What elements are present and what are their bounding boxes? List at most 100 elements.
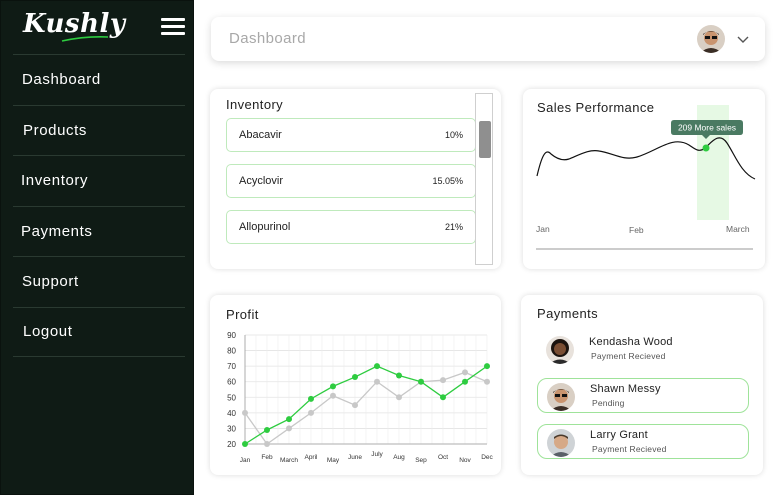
payment-row[interactable]: Shawn Messy Pending — [537, 378, 749, 413]
page-title: Dashboard — [229, 30, 306, 47]
y-tick-label: 30 — [227, 424, 236, 433]
y-tick-label: 60 — [227, 378, 236, 387]
inventory-title: Inventory — [226, 97, 284, 112]
series-point-secondary — [484, 378, 490, 385]
inventory-card: Inventory Abacavir 10% Acyclovir 15.05% … — [210, 89, 501, 269]
payment-row[interactable]: Kendasha Wood Payment Recieved — [537, 332, 749, 367]
series-point-secondary — [396, 394, 402, 401]
series-point-primary — [242, 441, 248, 447]
sidebar-item-support[interactable]: Support — [13, 256, 185, 307]
profit-chart: 20 30 40 50 60 70 80 90 Jan Feb March April May June J… — [227, 331, 493, 464]
menu-icon[interactable] — [161, 18, 185, 38]
inventory-item[interactable]: Allopurinol 21% — [226, 210, 476, 244]
series-point-primary — [352, 374, 358, 381]
inventory-item-percent: 15.05% — [432, 176, 463, 186]
series-point-primary — [264, 426, 270, 433]
sidebar-item-label: Products — [23, 121, 87, 139]
series-point-primary — [308, 395, 314, 402]
sidebar-item-inventory[interactable]: Inventory — [13, 155, 185, 206]
series-point-secondary — [242, 409, 248, 416]
x-tick-label: Oct — [438, 454, 448, 461]
inventory-item[interactable]: Acyclovir 15.05% — [226, 164, 476, 198]
payment-status: Pending — [592, 398, 625, 408]
payment-status: Payment Recieved — [592, 444, 667, 454]
sidebar-item-products[interactable]: Products — [13, 104, 185, 156]
series-point-secondary — [264, 441, 270, 447]
logo-swoosh-icon — [61, 36, 109, 42]
sidebar-item-label: Payments — [21, 222, 93, 240]
inventory-item-name: Allopurinol — [239, 221, 291, 233]
series-point-primary — [462, 378, 468, 385]
series-point-primary — [374, 363, 380, 370]
series-point-primary — [484, 363, 490, 370]
inventory-item-name: Acyclovir — [239, 175, 284, 187]
payment-row[interactable]: Larry Grant Payment Recieved — [537, 424, 749, 459]
x-tick-label: March — [280, 457, 298, 464]
sidebar-item-dashboard[interactable]: Dashboard — [13, 54, 185, 105]
inventory-item-percent: 10% — [444, 130, 463, 140]
sidebar-item-payments[interactable]: Payments — [13, 205, 185, 257]
y-tick-label: 90 — [227, 331, 236, 340]
series-point-primary — [330, 383, 336, 390]
inventory-item-percent: 21% — [444, 222, 463, 232]
sidebar-item-label: Logout — [23, 323, 73, 341]
x-tick-label: Jan — [536, 224, 550, 234]
x-tick-label: March — [726, 224, 750, 234]
sidebar-nav: Dashboard Products Inventory Payments Su… — [13, 54, 185, 357]
series-point-secondary — [330, 392, 336, 399]
top-header: Dashboard — [211, 17, 765, 61]
x-tick-label: June — [348, 454, 362, 461]
payments-card: Payments Kendasha Wood Payment Recieved … — [521, 295, 763, 475]
sales-performance-card: Sales Performance 209 More sales Jan Feb… — [523, 89, 765, 269]
sidebar-item-label: Dashboard — [22, 71, 101, 89]
avatar-icon — [697, 25, 725, 53]
scrollbar-thumb[interactable] — [479, 121, 491, 158]
avatar — [547, 429, 575, 457]
inventory-item[interactable]: Abacavir 10% — [226, 118, 476, 152]
x-tick-label: Nov — [459, 457, 471, 464]
series-point-primary — [396, 372, 402, 379]
x-tick-label: Aug — [393, 454, 405, 461]
x-tick-label: Feb — [629, 225, 644, 235]
series-point-secondary — [308, 409, 314, 416]
series-point-primary — [418, 378, 424, 385]
x-tick-label: Feb — [261, 454, 273, 461]
x-tick-label: May — [327, 457, 340, 464]
x-tick-label: July — [371, 451, 383, 458]
payments-title: Payments — [537, 306, 599, 321]
y-tick-label: 50 — [227, 393, 236, 402]
y-tick-label: 20 — [227, 440, 236, 449]
profit-card: Profit 20 30 40 50 60 70 80 90 Jan Feb March April M… — [210, 295, 501, 475]
series-point-secondary — [374, 378, 380, 385]
series-point-secondary — [352, 402, 358, 409]
sales-chart: 209 More sales Jan Feb March — [536, 105, 756, 250]
x-tick-label: Dec — [481, 454, 493, 461]
sidebar-item-label: Inventory — [21, 172, 89, 190]
series-point-primary — [440, 394, 446, 401]
sidebar-item-logout[interactable]: Logout — [13, 306, 185, 357]
avatar-icon — [547, 383, 575, 411]
avatar-icon — [547, 429, 575, 457]
sales-highlight-point[interactable] — [702, 144, 710, 152]
x-tick-label: April — [304, 454, 318, 461]
payment-name: Kendasha Wood — [589, 336, 673, 348]
avatar — [546, 336, 574, 364]
sales-tooltip-text: 209 More sales — [678, 123, 736, 133]
sidebar: Kushly Dashboard Products Inventory Paym… — [0, 0, 194, 495]
chevron-down-icon[interactable] — [735, 31, 751, 47]
series-point-secondary — [286, 425, 292, 432]
x-tick-label: Jan — [240, 457, 251, 464]
payment-name: Shawn Messy — [590, 383, 661, 395]
payment-status: Payment Recieved — [591, 351, 666, 361]
x-tick-label: Sep — [415, 457, 427, 464]
user-avatar[interactable] — [697, 25, 725, 53]
series-point-secondary — [440, 377, 446, 384]
inventory-scrollbar[interactable] — [475, 93, 493, 265]
series-point-secondary — [462, 369, 468, 376]
inventory-item-name: Abacavir — [239, 129, 282, 141]
y-tick-label: 40 — [227, 409, 236, 418]
avatar — [547, 383, 575, 411]
payment-name: Larry Grant — [590, 429, 648, 441]
y-tick-label: 70 — [227, 362, 236, 371]
series-point-primary — [286, 416, 292, 423]
